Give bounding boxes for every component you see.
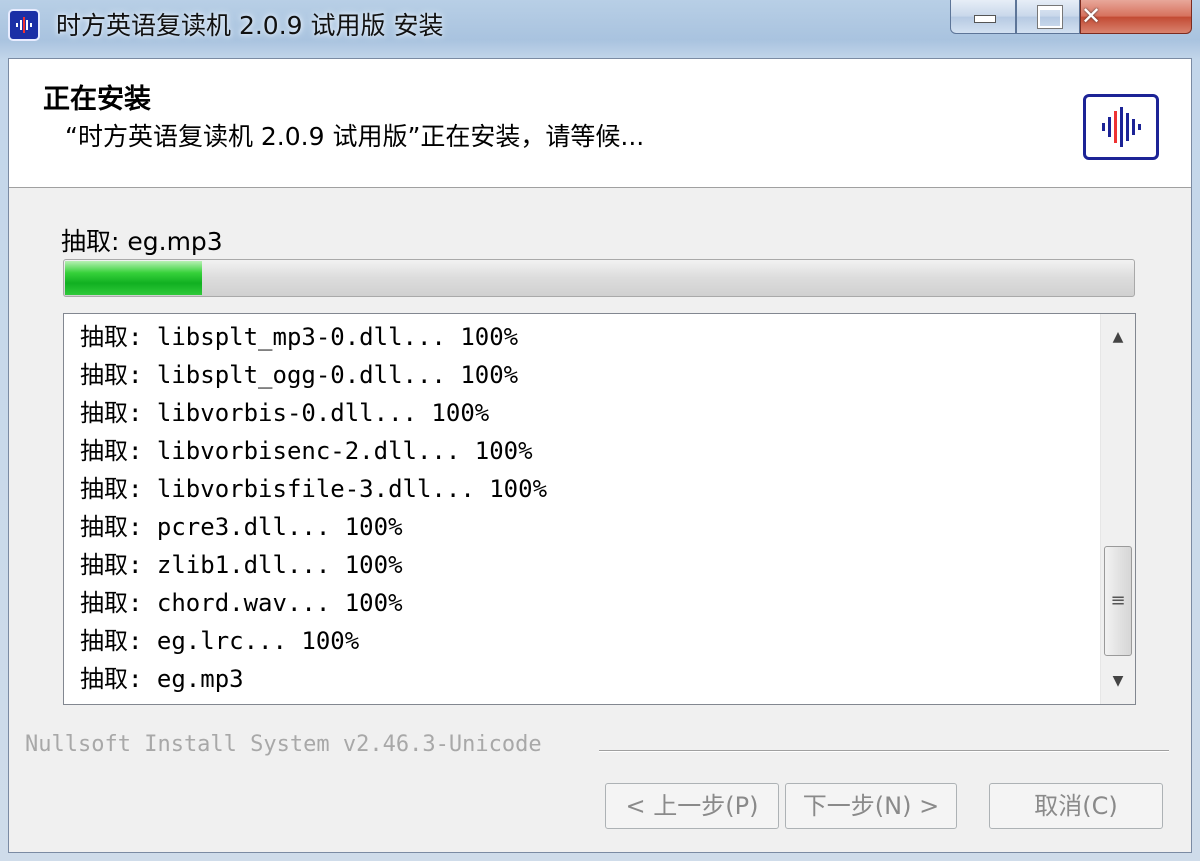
minimize-icon [974, 15, 996, 23]
log-scrollbar[interactable]: ▲ ≡ ▼ [1100, 314, 1135, 704]
page-title: 正在安装 [43, 84, 151, 115]
maximize-button[interactable] [1016, 0, 1080, 34]
maximize-icon [1037, 5, 1063, 29]
current-file-label: 抽取: eg.mp3 [61, 227, 223, 256]
next-button[interactable]: 下一步(N) > [785, 783, 957, 829]
progress-fill [65, 261, 203, 295]
log-items: 抽取: libsplt_mp3-0.dll... 100% 抽取: libsplt… [80, 318, 547, 698]
page-header: 正在安装 “时方英语复读机 2.0.9 试用版”正在安装，请等候... [9, 59, 1191, 188]
install-log-list[interactable]: 抽取: libsplt_mp3-0.dll... 100% 抽取: libsplt… [63, 313, 1136, 705]
page-subtitle: “时方英语复读机 2.0.9 试用版”正在安装，请等候... [65, 122, 645, 151]
scrollbar-thumb[interactable]: ≡ [1104, 546, 1132, 656]
minimize-button[interactable] [950, 0, 1016, 34]
installer-window: 时方英语复读机 2.0.9 试用版 安装 ✕ 正在安装 “时方英语复读机 2.0… [0, 0, 1200, 861]
log-item: 抽取: eg.lrc... 100% [80, 627, 360, 655]
log-item: 抽取: libsplt_mp3-0.dll... 100% [80, 323, 519, 351]
scroll-down-arrow-icon[interactable]: ▼ [1101, 664, 1135, 698]
back-button[interactable]: < 上一步(P) [605, 783, 779, 829]
installer-client-area: 正在安装 “时方英语复读机 2.0.9 试用版”正在安装，请等候... 抽取: … [8, 58, 1192, 853]
window-title: 时方英语复读机 2.0.9 试用版 安装 [56, 11, 444, 40]
log-item: 抽取: chord.wav... 100% [80, 589, 403, 617]
log-item: 抽取: eg.mp3 [80, 665, 244, 693]
branding-divider [599, 750, 1169, 752]
cancel-button[interactable]: 取消(C) [989, 783, 1163, 829]
sound-wave-icon [8, 9, 40, 41]
log-item: 抽取: pcre3.dll... 100% [80, 513, 403, 541]
close-icon: ✕ [1081, 2, 1102, 30]
log-item: 抽取: libvorbisenc-2.dll... 100% [80, 437, 533, 465]
sound-wave-logo-icon [1083, 94, 1159, 160]
log-item: 抽取: libvorbis-0.dll... 100% [80, 399, 490, 427]
log-item: 抽取: libsplt_ogg-0.dll... 100% [80, 361, 519, 389]
nsis-branding-text: Nullsoft Install System v2.46.3-Unicode [25, 732, 542, 757]
grip-icon: ≡ [1110, 590, 1126, 611]
install-progress-bar [63, 259, 1135, 297]
title-bar[interactable]: 时方英语复读机 2.0.9 试用版 安装 ✕ [0, 0, 1200, 50]
scroll-up-arrow-icon[interactable]: ▲ [1101, 320, 1135, 354]
log-item: 抽取: libvorbisfile-3.dll... 100% [80, 475, 548, 503]
close-button[interactable]: ✕ [1080, 0, 1192, 34]
log-item: 抽取: zlib1.dll... 100% [80, 551, 403, 579]
